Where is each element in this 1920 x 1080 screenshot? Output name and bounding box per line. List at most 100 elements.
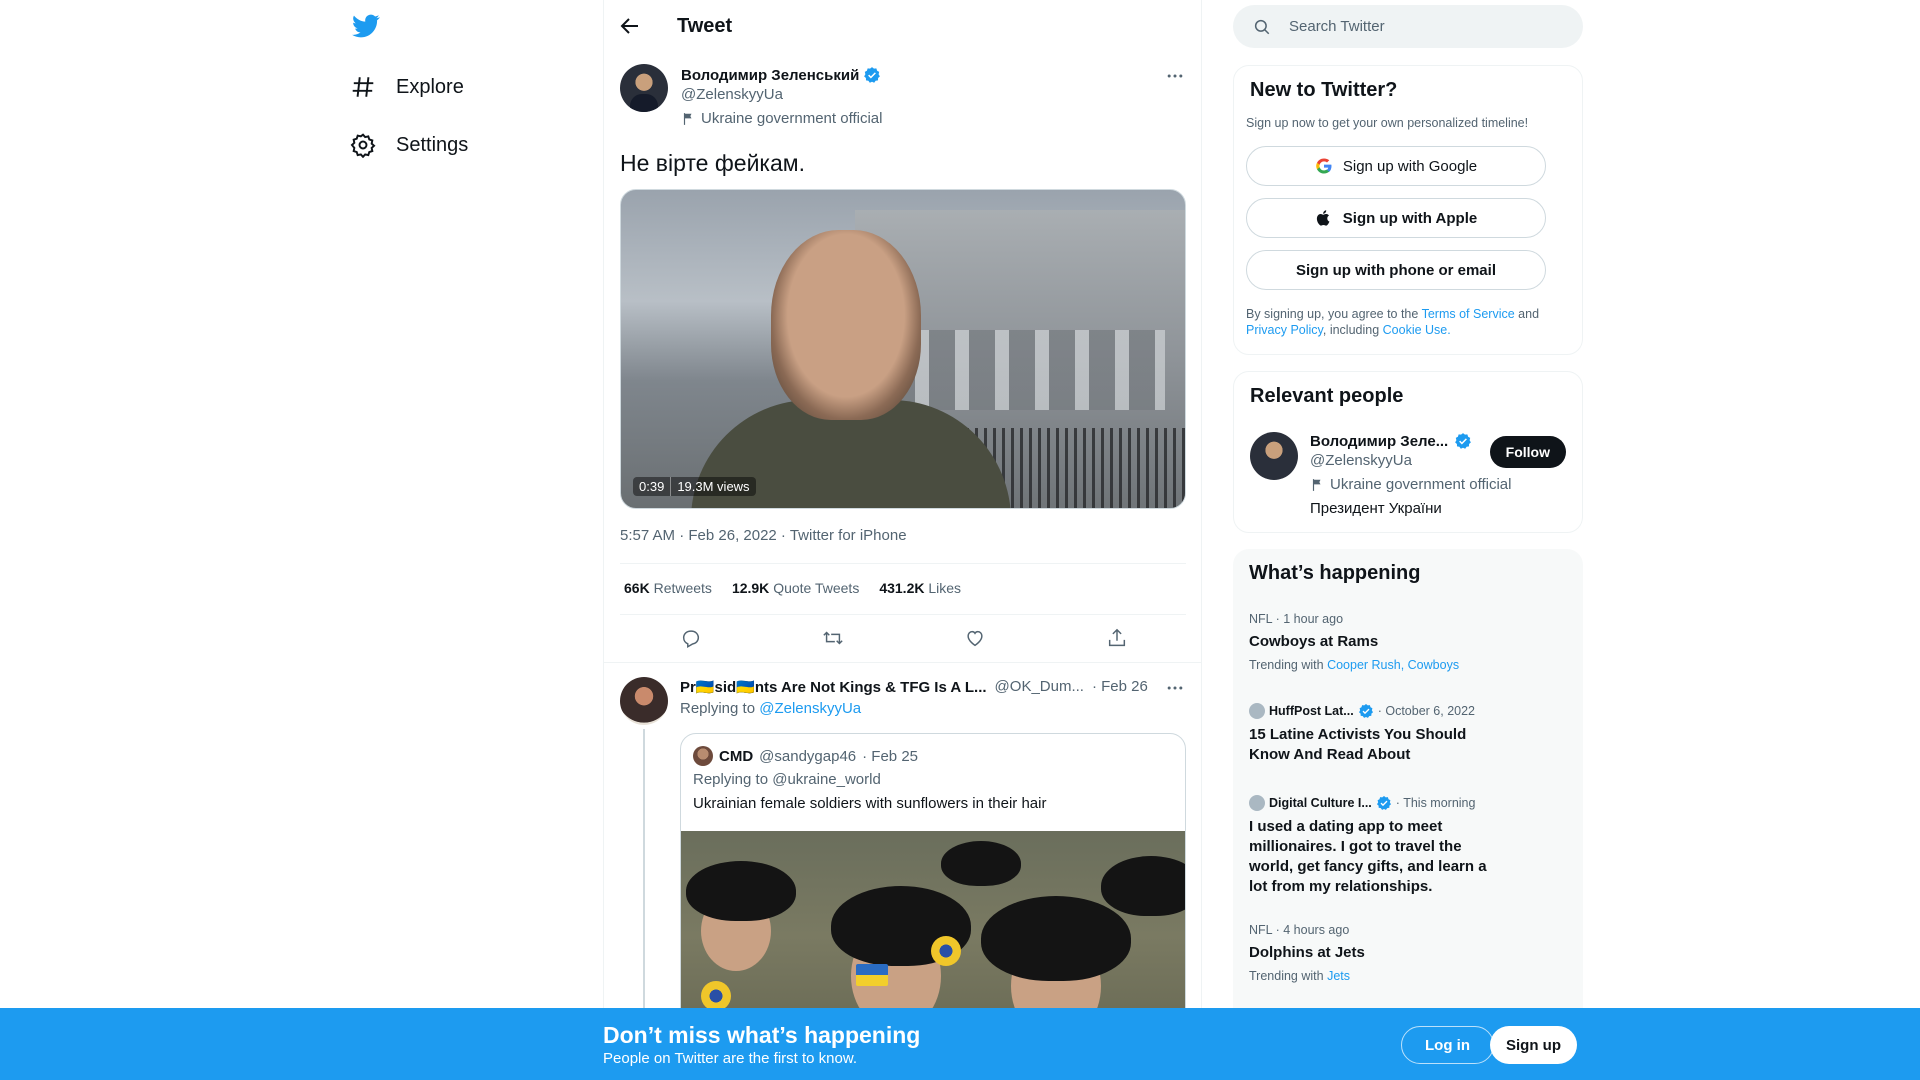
trend-meta: NFL · 1 hour ago <box>1249 612 1344 626</box>
trend-with-links[interactable]: Jets <box>1327 969 1350 983</box>
tweet-timestamp[interactable]: 5:57 AM · Feb 26, 2022 · Twitter for iPh… <box>620 527 907 544</box>
thread-line <box>643 729 645 1009</box>
retweet-icon[interactable] <box>822 627 844 649</box>
verified-badge-icon <box>1454 432 1472 450</box>
trend-with-label: Trending with <box>1249 658 1324 672</box>
retweets-count: 66K <box>624 580 650 596</box>
back-arrow-icon[interactable] <box>618 14 642 38</box>
hashtag-icon <box>350 74 376 100</box>
replying-to-link[interactable]: @ZelenskyyUa <box>759 700 861 717</box>
relevant-person-name-text: Володимир Зеле... <box>1310 432 1449 450</box>
search-box[interactable] <box>1233 5 1583 48</box>
trend-item[interactable]: Digital Culture I... · This morning I us… <box>1249 795 1569 897</box>
relevant-person-name[interactable]: Володимир Зеле... <box>1310 432 1472 450</box>
tweet-actions <box>620 627 1186 651</box>
signup-apple-label: Sign up with Apple <box>1342 209 1478 227</box>
reply-icon[interactable] <box>680 627 702 649</box>
more-options-icon[interactable] <box>1165 66 1185 86</box>
verified-badge-icon <box>1358 703 1374 719</box>
trend-item[interactable]: NFL · 1 hour ago Cowboys at Rams Trendin… <box>1249 612 1569 672</box>
author-handle[interactable]: @ZelenskyyUa <box>681 86 783 103</box>
quotes-stat[interactable]: 12.9K Quote Tweets <box>732 580 859 596</box>
signup-button[interactable]: Sign up <box>1490 1026 1577 1064</box>
trend-with-links[interactable]: Cooper Rush, Cowboys <box>1327 658 1459 672</box>
banner-subtitle: People on Twitter are the first to know. <box>603 1050 858 1067</box>
quotes-label: Quote Tweets <box>773 580 860 596</box>
new-to-twitter-title: New to Twitter? <box>1250 79 1398 101</box>
verified-badge-icon <box>1376 795 1392 811</box>
cookie-use-link[interactable]: Cookie Use. <box>1383 323 1451 337</box>
login-button[interactable]: Log in <box>1401 1026 1494 1064</box>
likes-count: 431.2K <box>879 580 925 596</box>
trend-source: HuffPost Lat... <box>1269 704 1354 718</box>
trend-with: Trending with Jets <box>1249 969 1569 983</box>
avatar[interactable] <box>620 64 668 112</box>
reply-author-handle[interactable]: @OK_Dum... <box>995 678 1084 696</box>
reply-date[interactable]: · Feb 26 <box>1092 678 1148 696</box>
main-header: Tweet <box>604 0 1201 53</box>
quote-author-handle: @sandygap46 <box>759 747 857 765</box>
banner-title: Don’t miss what’s happening <box>603 1022 921 1048</box>
retweets-stat[interactable]: 66K Retweets <box>624 580 712 596</box>
tweet-text: Не вірте фейкам. <box>620 150 805 176</box>
follow-button[interactable]: Follow <box>1489 436 1566 468</box>
relevant-person-label: Ukraine government official <box>1330 476 1512 493</box>
avatar[interactable] <box>1250 432 1298 480</box>
trend-meta: HuffPost Lat... · October 6, 2022 <box>1249 703 1569 719</box>
government-label-text: Ukraine government official <box>701 110 883 127</box>
relevant-people-title: Relevant people <box>1250 385 1404 407</box>
apple-icon <box>1315 209 1333 227</box>
trend-item[interactable]: NFL · 4 hours ago Dolphins at Jets Trend… <box>1249 923 1569 983</box>
divider <box>620 614 1186 615</box>
page-title: Tweet <box>677 15 733 37</box>
verified-badge-icon <box>863 66 881 84</box>
trend-title: I used a dating app to meet millionaires… <box>1249 818 1487 895</box>
trend-time: · October 6, 2022 <box>1377 704 1475 718</box>
soldier-beret <box>981 896 1131 981</box>
twitter-bird-icon[interactable] <box>352 12 380 40</box>
quote-author-name: CMD <box>719 747 754 765</box>
terms-of-service-link[interactable]: Terms of Service <box>1422 307 1515 321</box>
video-views: 19.3M views <box>671 477 756 496</box>
government-label: Ukraine government official <box>1310 476 1511 493</box>
likes-stat[interactable]: 431.2K Likes <box>879 580 961 596</box>
privacy-policy-link[interactable]: Privacy Policy <box>1246 323 1323 337</box>
author-name[interactable]: Володимир Зеленський <box>681 66 881 84</box>
likes-label: Likes <box>928 580 962 596</box>
quote-replying-to: Replying to @ukraine_world <box>693 771 881 788</box>
government-label: Ukraine government official <box>681 110 882 127</box>
share-icon[interactable] <box>1106 627 1128 649</box>
divider <box>604 662 1201 663</box>
terms-text-1: By signing up, you agree to the <box>1246 307 1422 321</box>
sunflower <box>931 936 961 966</box>
relevant-person-handle[interactable]: @ZelenskyyUa <box>1310 452 1412 469</box>
relevant-people-card: Relevant people Володимир Зеле... @Zelen… <box>1233 371 1583 533</box>
terms-text-2: and <box>1514 307 1540 321</box>
flag-icon <box>681 112 695 126</box>
reply-author-name[interactable]: Pr🇺🇦sid🇺🇦nts Are Not Kings & TFG Is A L.… <box>680 678 987 696</box>
video-duration-badge: 0:39 19.3M views <box>633 477 756 496</box>
like-heart-icon[interactable] <box>964 627 986 649</box>
trend-title: Dolphins at Jets <box>1249 944 1365 961</box>
more-options-icon[interactable] <box>1165 678 1185 698</box>
video-player[interactable]: 0:39 19.3M views <box>620 189 1186 509</box>
source-avatar <box>1249 703 1265 719</box>
relevant-person-bio: Президент України <box>1310 500 1442 517</box>
signup-phone-button[interactable]: Sign up with phone or email <box>1246 250 1546 290</box>
signup-apple-button[interactable]: Sign up with Apple <box>1246 198 1546 238</box>
reply-avatar[interactable] <box>620 677 668 725</box>
nav-settings-label: Settings <box>396 133 469 156</box>
nav-explore-label: Explore <box>396 75 464 98</box>
search-input[interactable] <box>1289 5 1559 48</box>
gear-icon <box>350 132 376 158</box>
soldier-beret <box>941 841 1021 886</box>
nav-settings[interactable]: Settings <box>350 125 468 165</box>
nav-explore[interactable]: Explore <box>350 67 464 107</box>
signup-google-button[interactable]: Sign up with Google <box>1246 146 1546 186</box>
trend-item[interactable]: HuffPost Lat... · October 6, 2022 15 Lat… <box>1249 703 1569 765</box>
quotes-count: 12.9K <box>731 580 770 596</box>
retweets-label: Retweets <box>653 580 712 596</box>
trend-title: Cowboys at Rams <box>1249 633 1379 650</box>
quote-avatar <box>693 746 713 766</box>
sunflower <box>701 981 731 1011</box>
